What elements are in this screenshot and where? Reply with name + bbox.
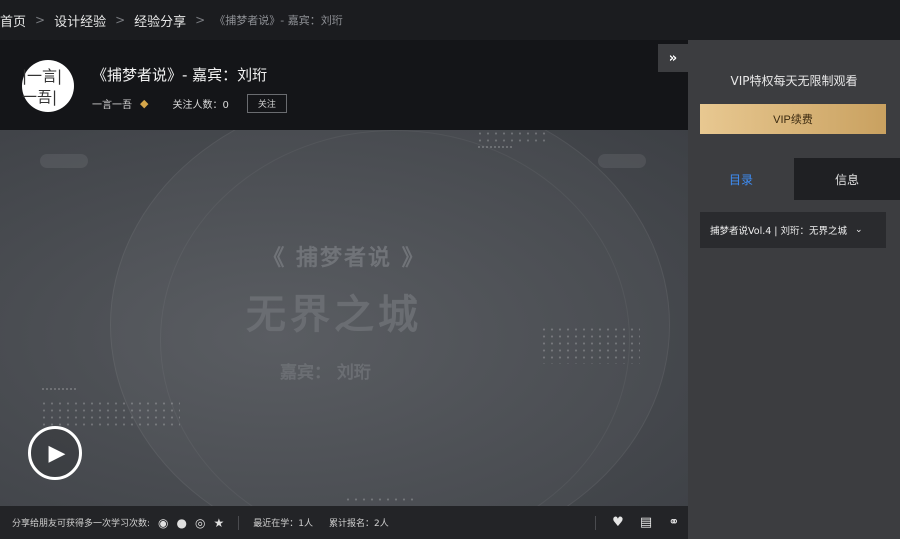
decor-waves — [478, 146, 512, 158]
video-bottom-bar: 分享给朋友可获得多一次学习次数: ◉ ● ◎ ★ 最近在学：1人 累计报名：2人… — [0, 506, 688, 539]
follow-button[interactable]: 关注 — [246, 94, 287, 113]
play-icon: ▶ — [48, 440, 66, 466]
video-player[interactable]: 《 捕梦者说 》 无界之城 嘉宾： 刘珩 ▶ — [0, 130, 688, 506]
course-header: |一言|一吾| 《捕梦者说》- 嘉宾：刘珩 一言一吾 ◆ 关注人数：0 关注 — [0, 40, 688, 130]
tab-catalog[interactable]: 目录 — [688, 158, 794, 200]
sidebar: » VIP特权每天无限制观看 VIP续费 目录 信息 捕梦者说Vol.4 | 刘… — [658, 40, 900, 539]
breadcrumb-design-experience[interactable]: 设计经验 — [54, 11, 106, 30]
heart-icon[interactable]: ♥ — [604, 515, 632, 530]
tab-info[interactable]: 信息 — [794, 158, 900, 200]
chevron-down-icon: ⌄ — [855, 225, 863, 235]
decor-dots — [476, 130, 548, 144]
decor-pill — [40, 154, 88, 168]
divider — [238, 515, 240, 530]
breadcrumb-experience-sharing[interactable]: 经验分享 — [134, 11, 186, 30]
divider — [595, 515, 596, 530]
recent-learning: 最近在学：1人 — [253, 519, 313, 529]
course-meta: 一言一吾 ◆ 关注人数：0 关注 — [92, 94, 287, 113]
total-enrolled: 累计报名：2人 — [329, 519, 389, 529]
breadcrumb-home[interactable]: 首页 — [0, 11, 26, 30]
headset-icon[interactable]: ⚭ — [660, 515, 688, 530]
play-button[interactable]: ▶ — [28, 426, 82, 480]
breadcrumb-separator: > — [35, 13, 46, 27]
video-subtitle: 《 捕梦者说 》 — [262, 246, 426, 271]
decor-waves — [42, 388, 76, 400]
video-guest: 嘉宾： 刘珩 — [280, 363, 371, 383]
breadcrumb-current: 《捕梦者说》- 嘉宾：刘珩 — [214, 14, 343, 27]
action-icons: ♥ ▤ ⚭ — [595, 506, 688, 539]
collapse-sidebar-button[interactable]: » — [658, 44, 688, 72]
wechat-icon[interactable]: ◉ — [158, 516, 168, 530]
video-main-title: 无界之城 — [246, 292, 422, 338]
author-name[interactable]: 一言一吾 — [92, 96, 132, 111]
chapter-title: 捕梦者说Vol.4 | 刘珩：无界之城 — [710, 226, 848, 237]
decor-dots — [40, 400, 180, 428]
decor-pill — [598, 154, 646, 168]
breadcrumb: 首页 > 设计经验 > 经验分享 > 《捕梦者说》- 嘉宾：刘珩 — [0, 0, 900, 40]
comment-icon[interactable]: ▤ — [632, 515, 660, 530]
course-title: 《捕梦者说》- 嘉宾：刘珩 — [92, 66, 268, 84]
follow-count: 关注人数：0 — [172, 100, 229, 111]
share-text: 分享给朋友可获得多一次学习次数: — [12, 519, 151, 529]
weibo-icon[interactable]: ◎ — [195, 516, 205, 530]
qq-icon[interactable]: ● — [177, 516, 187, 530]
vip-privilege-text: VIP特权每天无限制观看 — [730, 74, 858, 88]
breadcrumb-separator: > — [115, 13, 126, 27]
decor-dots — [344, 496, 418, 504]
course-logo: |一言|一吾| — [22, 60, 74, 112]
star-icon[interactable]: ★ — [214, 516, 225, 530]
diamond-icon: ◆ — [140, 97, 149, 110]
sidebar-tabs: 目录 信息 — [688, 158, 900, 200]
chapter-item[interactable]: 捕梦者说Vol.4 | 刘珩：无界之城 ⌄ — [700, 212, 886, 248]
vip-renew-button[interactable]: VIP续费 — [700, 104, 886, 134]
breadcrumb-separator: > — [195, 13, 206, 27]
